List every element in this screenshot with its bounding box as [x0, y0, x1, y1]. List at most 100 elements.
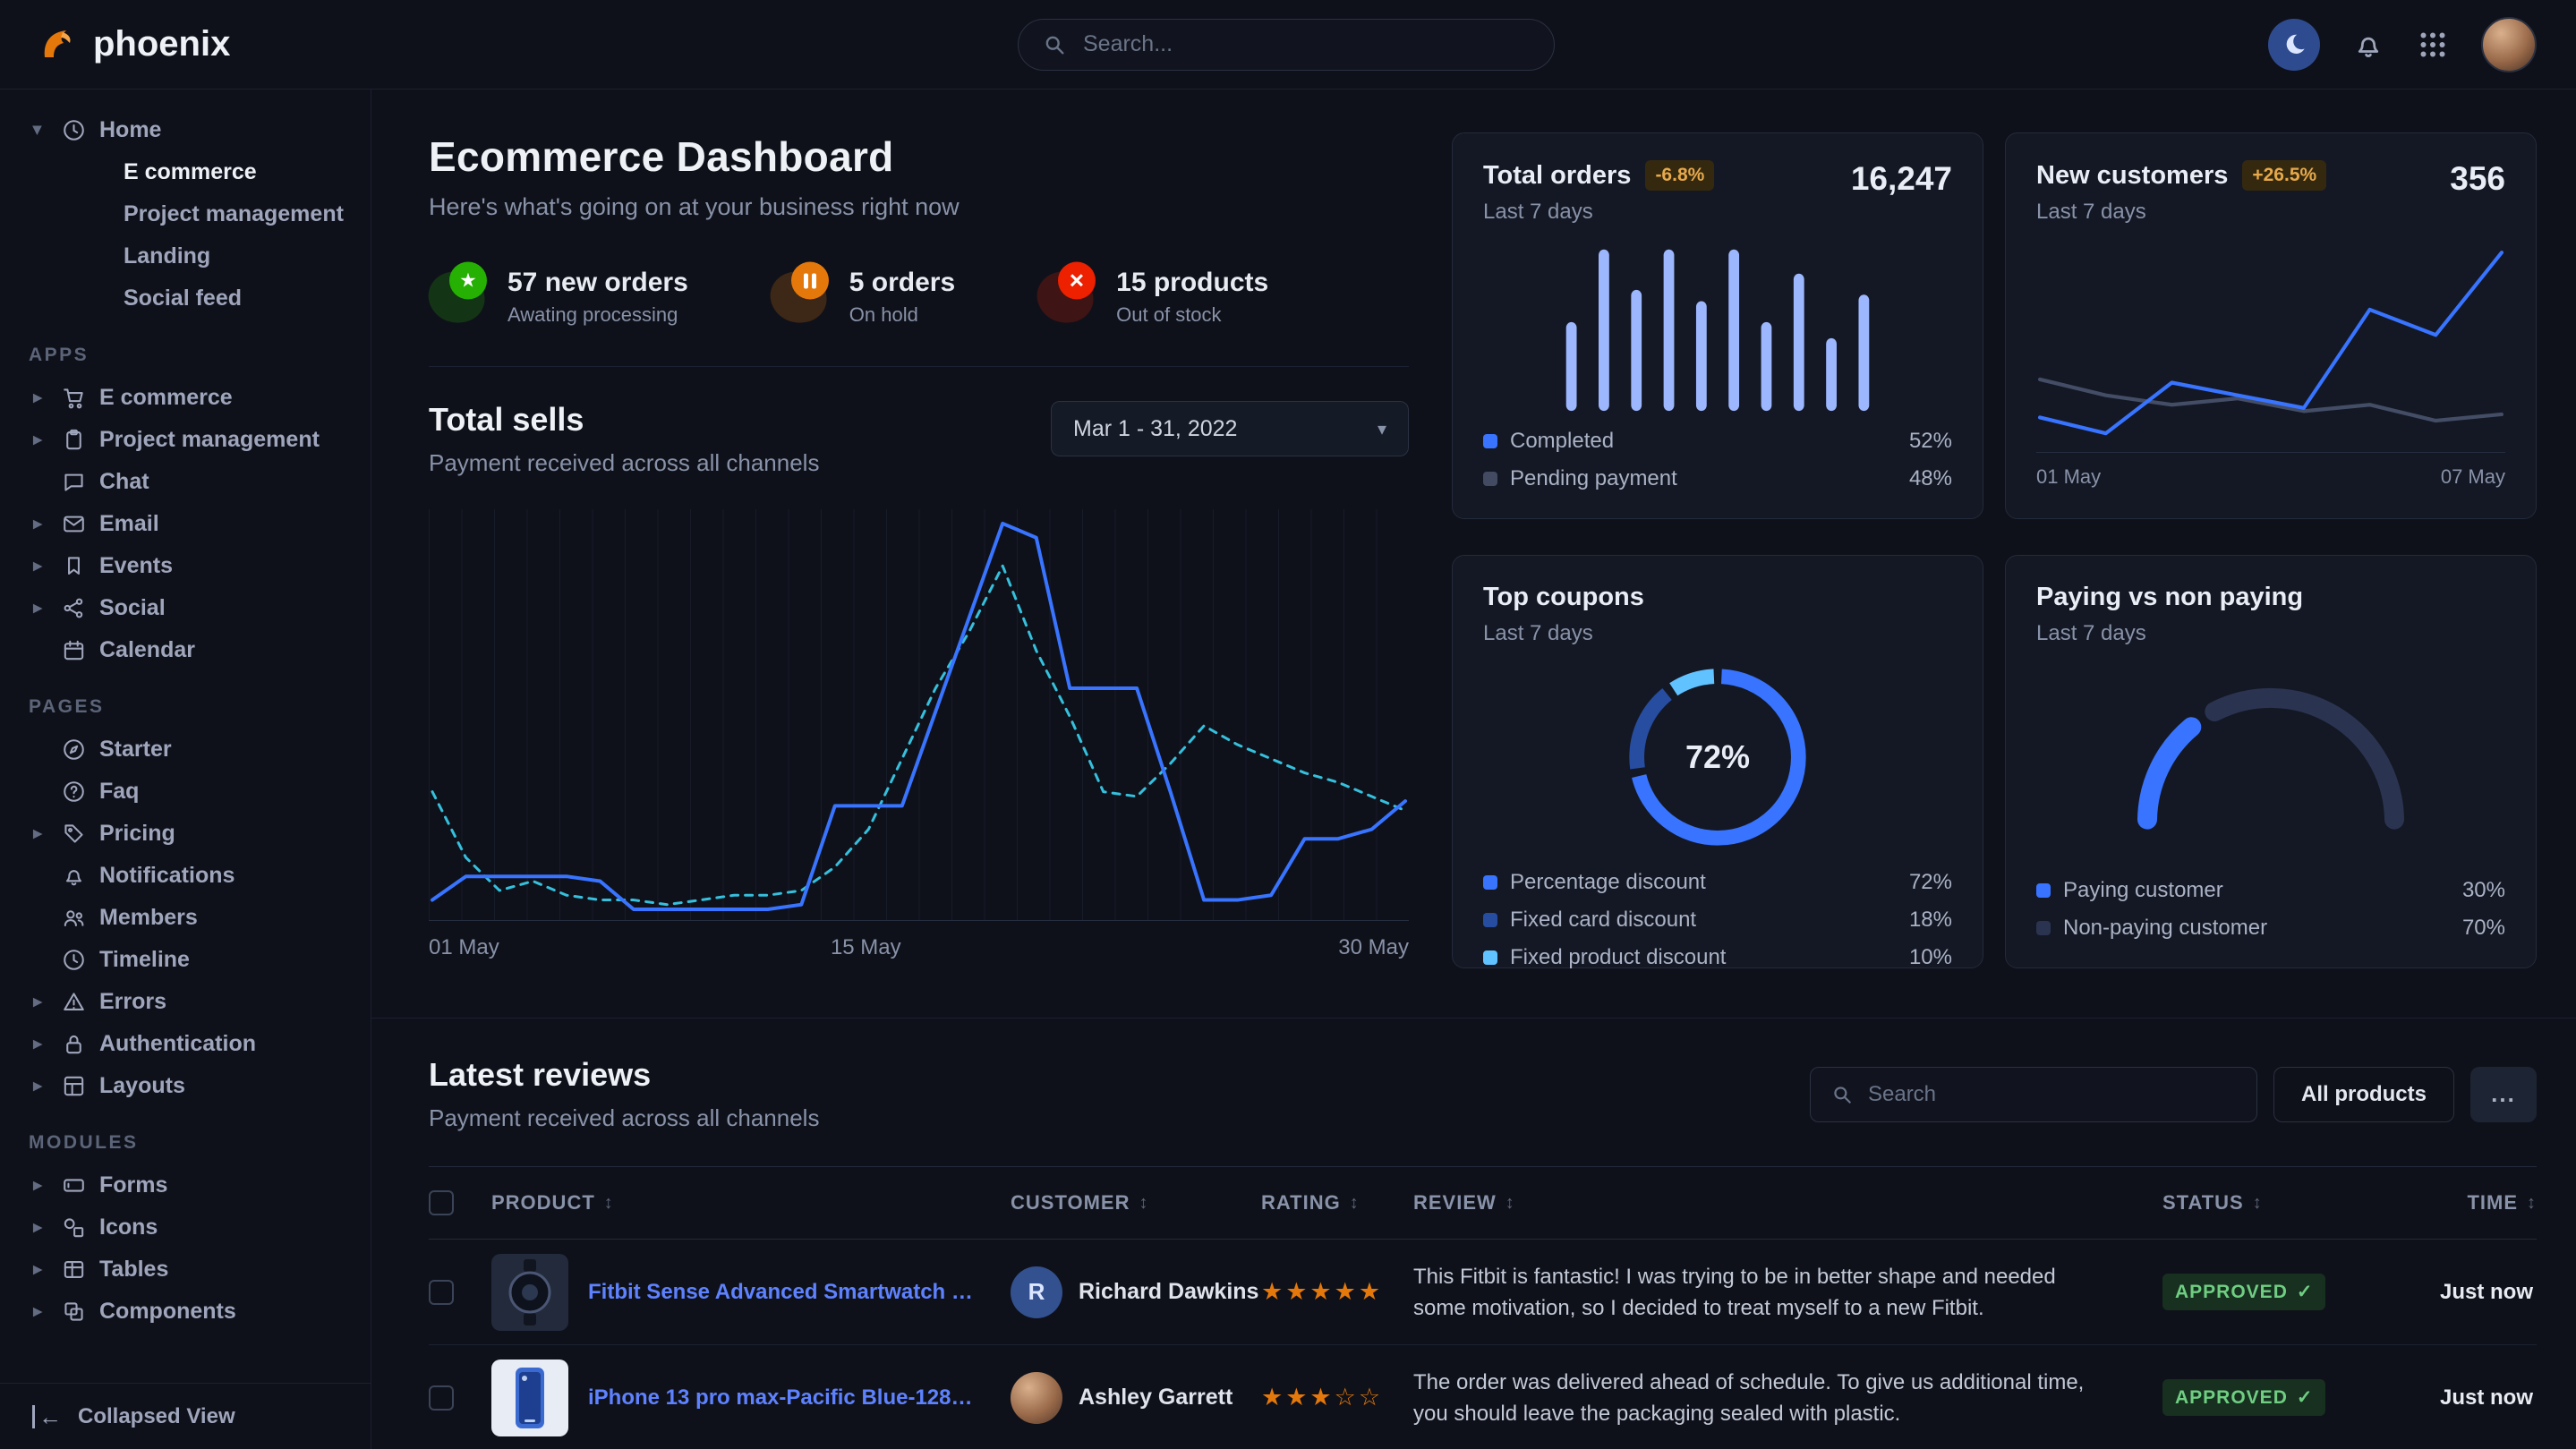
select-all-checkbox[interactable]	[429, 1190, 454, 1215]
share-icon	[61, 595, 87, 621]
sidebar-item-email[interactable]: ▸Email	[27, 503, 345, 545]
global-search-input[interactable]	[1083, 31, 1531, 57]
legend-row: Fixed card discount 18%	[1483, 908, 1952, 933]
sidebar-item-starter[interactable]: Starter	[27, 729, 345, 771]
sidebar-item-faq[interactable]: Faq	[27, 771, 345, 813]
sidebar-item-timeline[interactable]: Timeline	[27, 939, 345, 981]
sidebar-item-label: Calendar	[99, 637, 195, 663]
review-row: iPhone 13 pro max-Pacific Blue-128GB sto…	[429, 1345, 2537, 1449]
card-period: Last 7 days	[2036, 621, 2303, 646]
sidebar-item-calendar[interactable]: Calendar	[27, 629, 345, 671]
sidebar-subitem-e-commerce[interactable]: E commerce	[27, 151, 345, 193]
star-icon: ★	[449, 261, 487, 299]
theme-toggle-button[interactable]	[2268, 19, 2320, 71]
sidebar-item-project-management[interactable]: ▸Project management	[27, 419, 345, 461]
stat-blob: ×	[1034, 267, 1097, 328]
topbar: phoenix	[0, 0, 2576, 89]
total-sells-header: Total sells Payment received across all …	[429, 401, 1409, 477]
sidebar-item-social[interactable]: ▸Social	[27, 587, 345, 629]
review-row: Fitbit Sense Advanced Smartwatch with To…	[429, 1240, 2537, 1345]
stat-value-label: 57 new orders	[508, 268, 688, 298]
sidebar-section-label-pages: PAGES	[29, 696, 345, 718]
global-search[interactable]	[1018, 19, 1555, 71]
reviews-search[interactable]	[1810, 1067, 2257, 1122]
sidebar-item-e-commerce[interactable]: ▸E commerce	[27, 377, 345, 419]
stat-sublabel: Awating processing	[508, 303, 688, 327]
row-checkbox[interactable]	[429, 1280, 454, 1305]
grid-3x3-icon	[2417, 29, 2449, 61]
more-options-button[interactable]: ...	[2470, 1067, 2537, 1122]
sidebar-item-tables[interactable]: ▸Tables	[27, 1249, 345, 1291]
sidebar-subitem-landing[interactable]: Landing	[27, 235, 345, 277]
chevron-right-icon: ▸	[27, 388, 48, 408]
sidebar-item-forms[interactable]: ▸Forms	[27, 1164, 345, 1206]
legend-label: Non-paying customer	[2063, 916, 2267, 941]
product-thumbnail	[491, 1360, 568, 1436]
sidebar-item-chat[interactable]: Chat	[27, 461, 345, 503]
brand-name: phoenix	[93, 24, 230, 64]
x-tick: 30 May	[1338, 935, 1409, 960]
sidebar-item-members[interactable]: Members	[27, 897, 345, 939]
sidebar-item-authentication[interactable]: ▸Authentication	[27, 1023, 345, 1065]
date-range-select[interactable]: Mar 1 - 31, 2022 ▾	[1051, 401, 1409, 456]
row-checkbox[interactable]	[429, 1385, 454, 1411]
stat-blob: ★	[424, 267, 488, 328]
clock-icon	[61, 117, 87, 143]
column-header-time[interactable]: TIME	[2467, 1191, 2518, 1215]
sidebar-item-home[interactable]: ▸Home	[27, 109, 345, 151]
column-header-review[interactable]: REVIEW	[1413, 1191, 1497, 1215]
sidebar-item-components[interactable]: ▸Components	[27, 1291, 345, 1333]
stat-sublabel: Out of stock	[1116, 303, 1268, 327]
reviews-search-input[interactable]	[1868, 1082, 2237, 1107]
column-header-status[interactable]: STATUS	[2162, 1191, 2244, 1215]
sidebar-item-notifications[interactable]: Notifications	[27, 855, 345, 897]
legend-value: 18%	[1909, 908, 1952, 933]
legend-dot	[1483, 434, 1497, 448]
sidebar-section-label-modules: MODULES	[29, 1132, 345, 1154]
sidebar-section-label-apps: APPS	[29, 345, 345, 366]
top-coupons-card: Top coupons Last 7 days 72% Percentage d…	[1452, 555, 1983, 968]
topbar-left: phoenix	[36, 23, 1018, 66]
apps-grid-button[interactable]	[2417, 29, 2449, 61]
clock-icon	[61, 947, 87, 973]
column-header-rating[interactable]: RATING	[1261, 1191, 1341, 1215]
card-title: New customers	[2036, 161, 2228, 191]
brand-logo[interactable]: phoenix	[36, 23, 230, 66]
sort-icon: ↕	[1506, 1193, 1515, 1214]
legend-value: 70%	[2462, 916, 2505, 941]
x-tick: 15 May	[831, 935, 901, 960]
legend-row: Completed 52%	[1483, 429, 1952, 454]
product-link[interactable]: iPhone 13 pro max-Pacific Blue-128GB sto…	[588, 1385, 984, 1411]
reviews-table-body: Fitbit Sense Advanced Smartwatch with To…	[429, 1240, 2537, 1449]
chevron-down-icon: ▸	[28, 120, 48, 141]
review-text: The order was delivered ahead of schedul…	[1413, 1367, 2162, 1429]
topbar-right	[1555, 17, 2537, 72]
moon-icon	[2281, 31, 2307, 58]
all-products-button[interactable]: All products	[2273, 1067, 2454, 1122]
sidebar-subitem-project-management[interactable]: Project management	[27, 193, 345, 235]
product-link[interactable]: Fitbit Sense Advanced Smartwatch with To…	[588, 1280, 984, 1305]
stat-value-label: 5 orders	[849, 268, 955, 298]
sidebar-item-label: Errors	[99, 989, 166, 1015]
sidebar-subitem-social-feed[interactable]: Social feed	[27, 277, 345, 320]
sidebar-item-layouts[interactable]: ▸Layouts	[27, 1065, 345, 1107]
legend-dot	[1483, 472, 1497, 486]
status-badge: APPROVED✓	[2162, 1379, 2325, 1416]
stats-row: ★ 57 new orders Awating processing 5 ord…	[429, 268, 1409, 327]
legend-label: Completed	[1510, 429, 1614, 454]
notifications-button[interactable]	[2352, 29, 2384, 61]
column-header-customer[interactable]: CUSTOMER	[1011, 1191, 1130, 1215]
bookmark-icon	[61, 553, 87, 579]
column-header-product[interactable]: PRODUCT	[491, 1191, 595, 1215]
sidebar-item-events[interactable]: ▸Events	[27, 545, 345, 587]
sidebar-item-label: Authentication	[99, 1031, 256, 1057]
profile-avatar[interactable]	[2481, 17, 2537, 72]
sidebar-item-label: Social	[99, 595, 166, 621]
collapse-icon: ←	[32, 1405, 62, 1428]
sidebar-item-pricing[interactable]: ▸Pricing	[27, 813, 345, 855]
chevron-right-icon: ▸	[27, 1217, 48, 1238]
new-customers-chart	[2036, 234, 2505, 447]
sidebar-item-icons[interactable]: ▸Icons	[27, 1206, 345, 1249]
sidebar-item-errors[interactable]: ▸Errors	[27, 981, 345, 1023]
collapse-view-button[interactable]: ← Collapsed View	[0, 1383, 371, 1449]
